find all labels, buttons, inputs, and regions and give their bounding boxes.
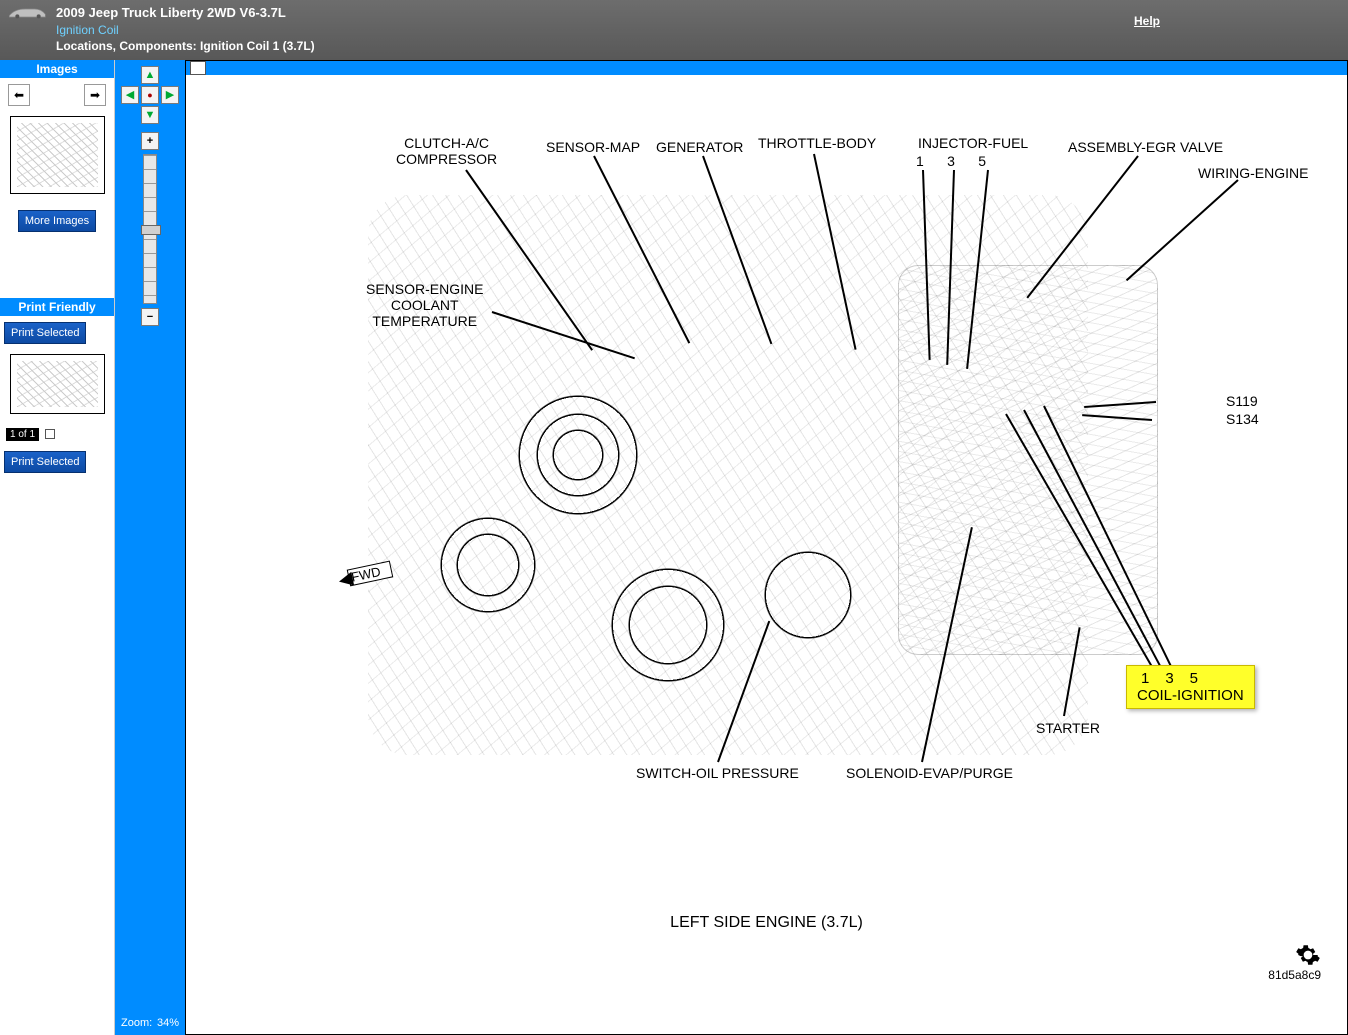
app-header: 2009 Jeep Truck Liberty 2WD V6-3.7L Igni… <box>0 0 1348 60</box>
callout-injector: INJECTOR-FUEL <box>918 135 1028 151</box>
pan-right-button[interactable]: ▶ <box>161 86 179 104</box>
print-selected-button-bottom[interactable]: Print Selected <box>4 451 86 473</box>
document-icon[interactable] <box>190 61 206 75</box>
callout-throttle: THROTTLE-BODY <box>758 135 876 151</box>
callout-evap: SOLENOID-EVAP/PURGE <box>846 765 1013 781</box>
diagram-canvas: FWD CLUTCH-A/C COMPRESSOR SENSOR-MAP GEN… <box>198 75 1335 1022</box>
highlight-label: COIL-IGNITION <box>1137 687 1244 704</box>
callout-injector-nums: 1 3 5 <box>916 153 986 169</box>
callout-generator: GENERATOR <box>656 139 743 155</box>
zoom-slider-thumb[interactable] <box>141 225 161 235</box>
pan-down-button[interactable]: ▼ <box>141 106 159 124</box>
zoom-slider[interactable] <box>143 154 157 304</box>
print-selected-button-top[interactable]: Print Selected <box>4 322 86 344</box>
coil-ignition-highlight: 135 COIL-IGNITION <box>1126 665 1255 709</box>
callout-s119: S119 <box>1226 393 1258 409</box>
prev-image-button[interactable]: ⬅ <box>8 84 30 106</box>
print-thumbnail[interactable] <box>10 354 105 414</box>
diagram-footer: 81d5a8c9 <box>1268 942 1321 982</box>
breadcrumb: Locations, Components: Ignition Coil 1 (… <box>56 38 315 54</box>
callout-ect: SENSOR-ENGINE COOLANT TEMPERATURE <box>366 281 483 329</box>
help-link[interactable]: Help <box>1134 14 1160 54</box>
callout-wiring: WIRING-ENGINE <box>1198 165 1308 181</box>
diagram-subtitle: LEFT SIDE ENGINE (3.7L) <box>198 914 1335 932</box>
diagram-viewer[interactable]: FWD CLUTCH-A/C COMPRESSOR SENSOR-MAP GEN… <box>185 60 1348 1035</box>
print-section-header: Print Friendly <box>0 298 114 316</box>
vehicle-icon <box>8 6 48 20</box>
zoom-in-button[interactable]: + <box>141 132 159 150</box>
pan-center-button[interactable]: ● <box>141 86 159 104</box>
zoom-value: 34% <box>157 1017 179 1029</box>
callout-sensor-map: SENSOR-MAP <box>546 139 640 155</box>
callout-s134: S134 <box>1226 411 1259 427</box>
callout-starter: STARTER <box>1036 720 1100 736</box>
vehicle-title: 2009 Jeep Truck Liberty 2WD V6-3.7L <box>56 4 315 22</box>
page-checkbox[interactable] <box>45 429 55 439</box>
sidebar: Images ⬅ ➡ More Images Print Friendly Pr… <box>0 60 115 1035</box>
images-section-header: Images <box>0 60 114 78</box>
leader <box>1126 179 1239 281</box>
callout-egr: ASSEMBLY-EGR VALVE <box>1068 139 1223 155</box>
zoom-out-button[interactable]: − <box>141 308 159 326</box>
zoom-label: Zoom: <box>121 1017 152 1029</box>
pan-up-button[interactable]: ▲ <box>141 66 159 84</box>
image-thumbnail[interactable] <box>10 116 105 194</box>
pan-left-button[interactable]: ◀ <box>121 86 139 104</box>
page-indicator: 1 of 1 <box>6 428 108 441</box>
diagram-id: 81d5a8c9 <box>1268 968 1321 982</box>
callout-clutch: CLUTCH-A/C COMPRESSOR <box>396 135 497 167</box>
engine-illustration-right <box>898 265 1158 655</box>
component-title: Ignition Coil <box>56 22 315 38</box>
gear-icon <box>1295 942 1321 968</box>
next-image-button[interactable]: ➡ <box>84 84 106 106</box>
zoom-panel: ▲ ◀ ● ▶ ▼ + − Zoom: 34% <box>115 60 185 1035</box>
callout-oil-switch: SWITCH-OIL PRESSURE <box>636 765 799 781</box>
highlight-numbers: 135 <box>1137 670 1244 687</box>
more-images-button[interactable]: More Images <box>18 210 96 232</box>
viewer-topbar <box>186 61 1347 75</box>
